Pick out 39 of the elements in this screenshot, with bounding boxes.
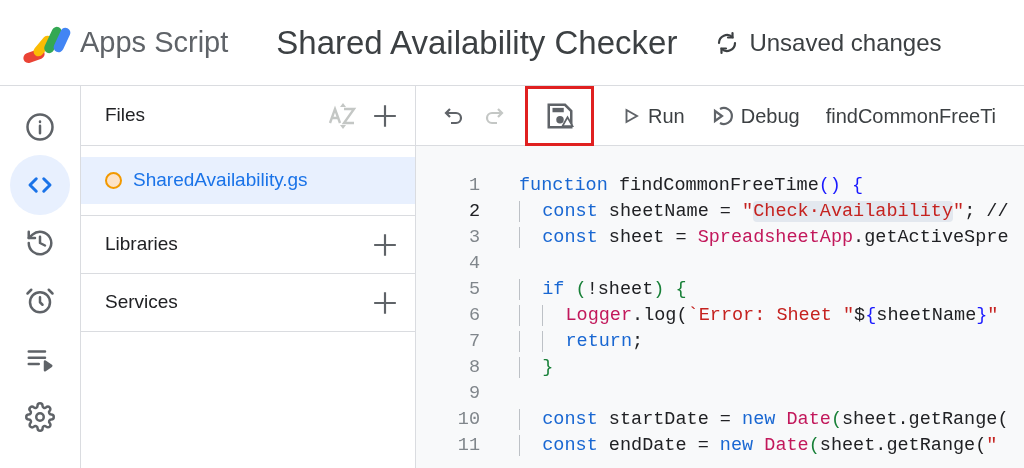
save-status: Unsaved changes	[749, 27, 942, 58]
product-name: Apps Script	[80, 24, 229, 60]
code-line: const startDate = new Date(sheet.getRange(	[519, 409, 1009, 430]
line-number: 3	[468, 226, 480, 250]
save-to-drive-button[interactable]	[525, 85, 594, 146]
section-title: Services	[105, 290, 179, 315]
line-number: 8	[468, 356, 480, 380]
code-line: if (!sheet) {	[519, 279, 687, 300]
debug-button[interactable]: Debug	[710, 100, 800, 131]
line-number: 9	[468, 382, 480, 406]
code-line: const endDate = new Date(sheet.getRange("	[519, 435, 998, 456]
code-line: Logger.log(`Error: Sheet "${sheetName}"	[519, 305, 999, 326]
line-number: 6	[468, 304, 480, 328]
line-number: 2	[468, 200, 480, 224]
plus-icon	[372, 231, 398, 258]
code-line: const sheetName = "Check·Availability"; //	[519, 201, 1009, 222]
settings-icon	[25, 402, 55, 432]
history-icon	[25, 228, 55, 258]
function-select[interactable]: findCommonFreeTi	[825, 100, 997, 131]
file-item[interactable]: SharedAvailability.gs	[81, 157, 415, 204]
line-number: 1	[468, 174, 480, 198]
run-button[interactable]: Run	[622, 100, 685, 131]
alarm-clock-icon	[25, 286, 55, 316]
line-number: 5	[468, 278, 480, 302]
info-icon	[25, 112, 55, 142]
code-line: const sheet = SpreadsheetApp.getActiveSpre	[519, 227, 1009, 248]
plus-icon	[372, 102, 398, 129]
plus-icon	[372, 289, 398, 316]
line-number: 11	[457, 434, 480, 458]
line-number: 4	[468, 252, 480, 276]
line-number: 10	[457, 408, 480, 432]
code-line: }	[519, 357, 554, 378]
section-title: Libraries	[105, 232, 179, 257]
code-line: function findCommonFreeTime() {	[519, 175, 864, 196]
file-name: SharedAvailability.gs	[133, 168, 308, 193]
project-title[interactable]: Shared Availability Checker	[276, 17, 678, 68]
code-line: return;	[519, 331, 644, 352]
line-number: 7	[468, 330, 480, 354]
section-title: Files	[105, 103, 147, 128]
